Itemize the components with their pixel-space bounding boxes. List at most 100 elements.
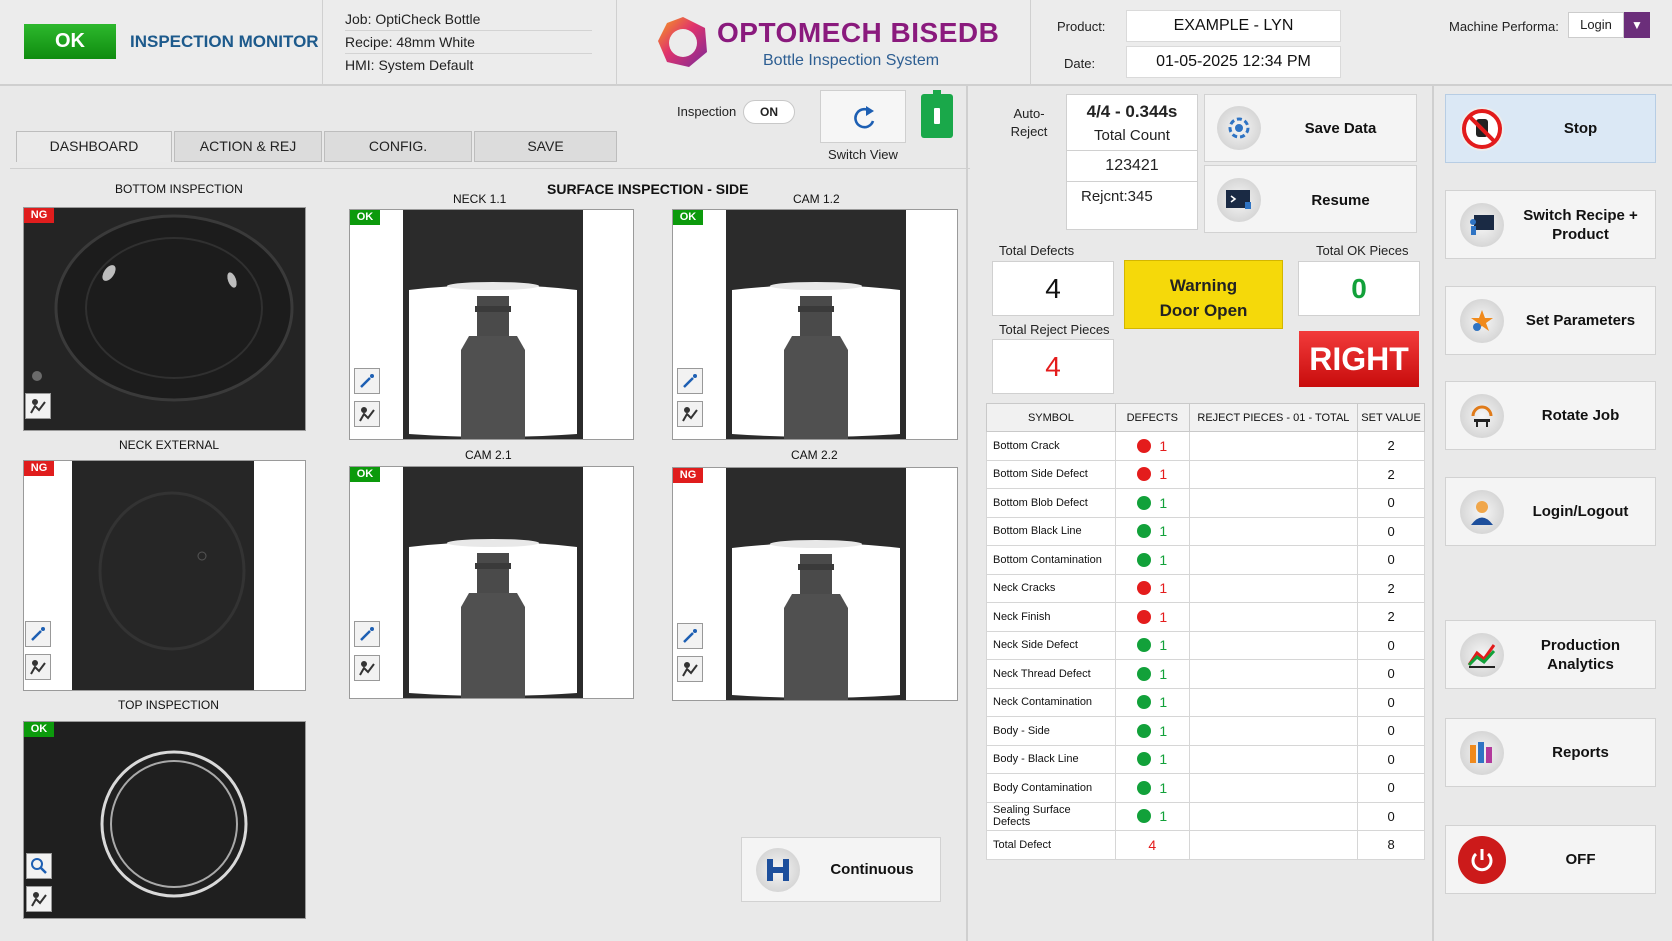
defect-count-cell: 1 [1114,545,1190,575]
total-defects-value: 4 [992,261,1114,316]
rotate-job-label: Rotate Job [1541,407,1620,424]
production-analytics-label: Production Analytics [1540,636,1621,673]
defect-count: 1 [1159,437,1168,454]
defect-count-cell: 1 [1114,573,1190,603]
stop-button[interactable]: Stop [1445,94,1656,163]
profile-tool-icon[interactable] [677,401,703,427]
defect-symbol: Bottom Side Defect [986,459,1116,489]
profile-tool-icon[interactable] [25,654,51,680]
defect-symbol: Neck Contamination [986,687,1116,717]
table-row: Neck Thread Defect 1 0 [986,659,1425,689]
reject-pieces-cell [1188,602,1359,632]
top-ring-image [24,722,305,918]
col-reject-pieces: REJECT PIECES - 01 - TOTAL [1188,403,1359,432]
defect-symbol: Neck Side Defect [986,630,1116,660]
zoom-icon[interactable] [26,853,52,879]
switch-view-button[interactable] [820,90,906,143]
bottom-inspection-view[interactable]: NG [23,207,306,431]
chevron-down-icon[interactable]: ▼ [1624,12,1650,38]
bottle-side-image [726,210,906,439]
tab-action-rej[interactable]: ACTION & REJ [174,131,322,162]
count-panel: 4/4 - 0.344s Total Count 123421 Rejcnt:3… [1066,94,1198,230]
defect-count: 1 [1159,637,1168,654]
neck11-status-badge: OK [350,210,380,225]
off-button[interactable]: OFF [1445,825,1656,894]
bottle-side-image [726,468,906,700]
set-parameters-button[interactable]: Set Parameters [1445,286,1656,355]
cycle-ratio: 4/4 - 0.344s [1086,102,1178,121]
status-dot-icon [1137,438,1152,453]
defect-count: 1 [1159,694,1168,711]
parameters-icon [1460,299,1504,343]
continuous-mode-button[interactable]: Continuous [741,837,941,902]
table-row: Bottom Side Defect 1 2 [986,459,1425,489]
reject-pieces-cell [1188,744,1359,774]
profile-tool-icon[interactable] [25,393,51,419]
surface-inspection-title: SURFACE INSPECTION - SIDE [547,181,749,197]
warning-line1: Warning [1169,276,1238,295]
status-dot-icon [1137,752,1152,767]
defect-count: 1 [1159,608,1168,625]
save-data-button[interactable]: Save Data [1204,94,1417,162]
top-inspection-view[interactable]: OK [23,721,306,919]
magic-wand-icon[interactable] [677,368,703,394]
hmi-name: HMI: System Default [345,57,474,73]
table-row: Neck Finish 1 2 [986,602,1425,632]
status-dot-icon [1137,552,1152,567]
reject-pieces-cell [1188,687,1359,717]
switch-recipe-button[interactable]: Switch Recipe + Product [1445,190,1656,259]
defect-count-cell: 1 [1114,459,1190,489]
table-row: Sealing Surface Defects 1 0 [986,801,1425,831]
brand-subtitle: Bottle Inspection System [763,52,940,69]
magic-wand-icon[interactable] [25,621,51,647]
bottle-side-image [403,467,583,698]
recipe-name: Recipe: 48mm White [345,31,592,54]
set-value-cell: 2 [1357,602,1425,632]
reports-button[interactable]: Reports [1445,718,1656,787]
cam21-title: CAM 2.1 [465,448,512,462]
tab-dashboard[interactable]: DASHBOARD [16,131,172,162]
user-icon [1460,490,1504,534]
profile-tool-icon[interactable] [677,656,703,682]
cam22-view[interactable]: NG [672,467,958,701]
defect-count: 1 [1159,551,1168,568]
production-analytics-button[interactable]: Production Analytics [1445,620,1656,689]
reports-icon [1460,731,1504,775]
profile-tool-icon[interactable] [26,886,52,912]
battery-icon [921,90,953,138]
terminal-icon [1217,178,1261,222]
defect-symbol: Body - Side [986,716,1116,746]
cam12-view[interactable]: OK [672,209,958,440]
status-dot-icon [1137,666,1152,681]
neck11-view[interactable]: OK [349,209,634,440]
profile-tool-icon[interactable] [354,401,380,427]
header-divider [1030,0,1031,86]
rotate-job-button[interactable]: Rotate Job [1445,381,1656,450]
set-value-cell: 0 [1357,488,1425,518]
off-label: OFF [1565,851,1596,868]
reject-pieces-cell [1188,431,1359,461]
continuous-label: Continuous [830,861,914,878]
tab-config[interactable]: CONFIG. [324,131,472,162]
magic-wand-icon[interactable] [354,621,380,647]
set-value-cell: 0 [1357,630,1425,660]
tab-save[interactable]: SAVE [474,131,617,162]
magic-wand-icon[interactable] [677,623,703,649]
resume-button[interactable]: Resume [1204,165,1417,233]
total-defect-label: Total Defect [986,830,1116,860]
neck-external-view[interactable]: NG [23,460,306,691]
hold-h-icon [756,848,800,892]
login-logout-button[interactable]: Login/Logout [1445,477,1656,546]
status-dot-icon [1137,780,1152,795]
login-select[interactable]: Login [1568,12,1624,38]
magic-wand-icon[interactable] [354,368,380,394]
inspection-toggle[interactable]: ON [743,100,795,124]
profile-tool-icon[interactable] [354,655,380,681]
cam21-view[interactable]: OK [349,466,634,699]
col-set-value: SET VALUE [1357,403,1425,432]
rotate-job-icon [1460,394,1504,438]
save-data-label: Save Data [1304,120,1377,137]
top-inspection-title: TOP INSPECTION [118,698,219,712]
job-name: Job: OptiCheck Bottle [345,8,592,31]
cam22-title: CAM 2.2 [791,448,838,462]
